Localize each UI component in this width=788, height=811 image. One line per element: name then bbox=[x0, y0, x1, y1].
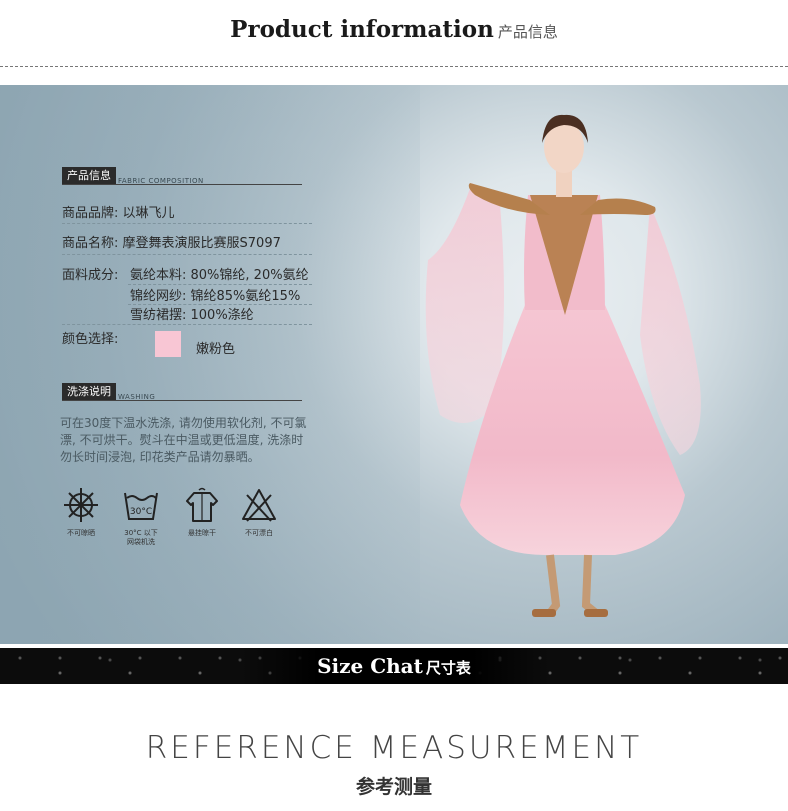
color-name: 嫩粉色 bbox=[196, 342, 236, 357]
color-label: 颜色选择: bbox=[62, 332, 119, 347]
size-chart-band: Size Chat 尺寸表 bbox=[0, 648, 788, 684]
product-hero: 产品信息 FABRIC COMPOSITION 商品品牌: 以琳飞儿 商品名称:… bbox=[0, 85, 788, 644]
care-item-no-bleach: 不可漂白 bbox=[229, 485, 289, 538]
no-bleach-icon bbox=[242, 489, 276, 522]
care-label: 悬挂晾干 bbox=[188, 529, 216, 537]
header-title-en: Product information bbox=[230, 16, 494, 43]
reference-title-en: REFERENCE MEASUREMENT bbox=[145, 730, 643, 766]
row-divider bbox=[62, 254, 312, 255]
left-shoe bbox=[532, 609, 556, 617]
size-chart-title-cn: 尺寸表 bbox=[425, 659, 471, 677]
left-sleeve-panel bbox=[425, 183, 504, 423]
washing-tag: 洗涤说明 bbox=[62, 383, 116, 401]
care-item-wash: 30°C 30°C 以下 网袋机洗 bbox=[111, 485, 171, 547]
hang-dry-icon bbox=[186, 487, 218, 522]
heading-rule bbox=[62, 184, 302, 185]
reference-title-cn: 参考测量 bbox=[355, 776, 432, 798]
fabric-line: 锦纶网纱: 锦纶85%氨纶15% bbox=[130, 289, 301, 304]
fabric-line: 雪纺裙摆: 100%涤纶 bbox=[130, 308, 254, 323]
size-chart-title: Size Chat 尺寸表 bbox=[0, 654, 788, 678]
header-title-cn: 产品信息 bbox=[497, 23, 558, 41]
size-chart-title-en: Size Chat bbox=[317, 654, 423, 678]
brand-label: 商品品牌: bbox=[62, 206, 119, 221]
wash-temp: 30°C bbox=[130, 507, 152, 517]
brand-row: 商品品牌: 以琳飞儿 bbox=[62, 202, 175, 221]
brand-value: 以琳飞儿 bbox=[122, 206, 175, 221]
fabric-label: 面料成分: bbox=[62, 268, 119, 283]
name-value: 摩登舞表演服比赛服S7097 bbox=[122, 236, 281, 251]
right-leg bbox=[581, 554, 599, 617]
product-info-heading: 产品信息 FABRIC COMPOSITION bbox=[62, 167, 302, 185]
right-shoe bbox=[584, 609, 608, 617]
name-row: 商品名称: 摩登舞表演服比赛服S7097 bbox=[62, 232, 281, 251]
left-leg bbox=[540, 554, 561, 617]
fabric-line: 氨纶本料: 80%锦纶, 20%氨纶 bbox=[130, 268, 309, 283]
care-label: 不可漂白 bbox=[245, 529, 273, 537]
care-label: 不可晾晒 bbox=[67, 529, 95, 537]
header-divider bbox=[0, 66, 788, 67]
row-divider bbox=[62, 223, 312, 224]
wash-30-icon: 30°C bbox=[124, 492, 158, 520]
row-divider bbox=[62, 324, 312, 325]
washing-heading: 洗涤说明 WASHING bbox=[62, 383, 302, 401]
heading-rule bbox=[62, 400, 302, 401]
name-label: 商品名称: bbox=[62, 236, 119, 251]
product-info-tag: 产品信息 bbox=[62, 167, 116, 185]
no-tumble-dry-icon bbox=[64, 488, 98, 522]
care-item-no-dry: 不可晾晒 bbox=[51, 485, 111, 538]
dancer-photo bbox=[425, 114, 701, 617]
washing-instructions: 可在30度下温水洗涤, 请勿使用软化剂, 不可氯漂, 不可烘干。熨斗在中温或更低… bbox=[60, 416, 307, 464]
care-label: 30°C 以下 网袋机洗 bbox=[124, 529, 158, 546]
color-swatch bbox=[155, 331, 181, 357]
page-header: Product information 产品信息 bbox=[0, 16, 788, 43]
care-item-hang: 悬挂晾干 bbox=[172, 485, 232, 538]
